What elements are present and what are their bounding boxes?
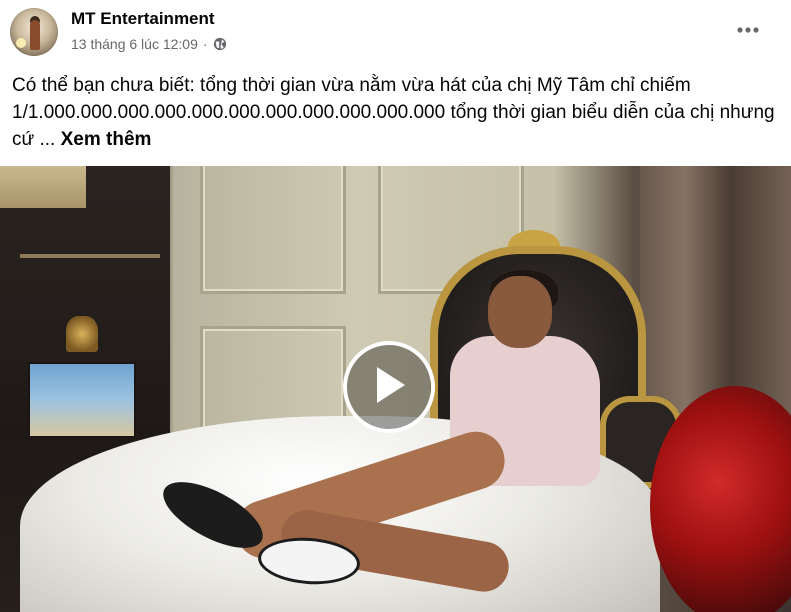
video-scene-lamp: [66, 316, 98, 352]
more-options-button[interactable]: [728, 12, 768, 48]
play-icon: [371, 365, 407, 410]
post-header: MT Entertainment 13 tháng 6 lúc 12:09 ·: [0, 0, 791, 62]
see-more-link[interactable]: Xem thêm: [61, 129, 152, 150]
meta-separator: ·: [202, 36, 208, 52]
page-name[interactable]: MT Entertainment: [71, 9, 215, 29]
post-meta: 13 tháng 6 lúc 12:09 ·: [71, 36, 227, 52]
video-scene-shelf: [20, 254, 160, 258]
video-scene-plaque: [0, 166, 86, 208]
person-head: [488, 276, 552, 348]
avatar-figure: [30, 20, 40, 50]
facebook-post: MT Entertainment 13 tháng 6 lúc 12:09 ·: [0, 0, 791, 612]
video-player[interactable]: [0, 166, 791, 612]
play-button[interactable]: [343, 341, 435, 433]
video-scene-curtain: [640, 166, 791, 426]
wall-panel: [200, 166, 346, 294]
globe-icon[interactable]: [213, 37, 227, 51]
avatar-light: [16, 38, 26, 48]
more-horizontal-icon: [736, 21, 760, 39]
page-avatar[interactable]: [10, 8, 58, 56]
post-caption: Có thể bạn chưa biết: tổng thời gian vừa…: [12, 72, 777, 153]
video-scene-photo-frame: [28, 362, 136, 438]
post-timestamp[interactable]: 13 tháng 6 lúc 12:09: [71, 36, 198, 52]
